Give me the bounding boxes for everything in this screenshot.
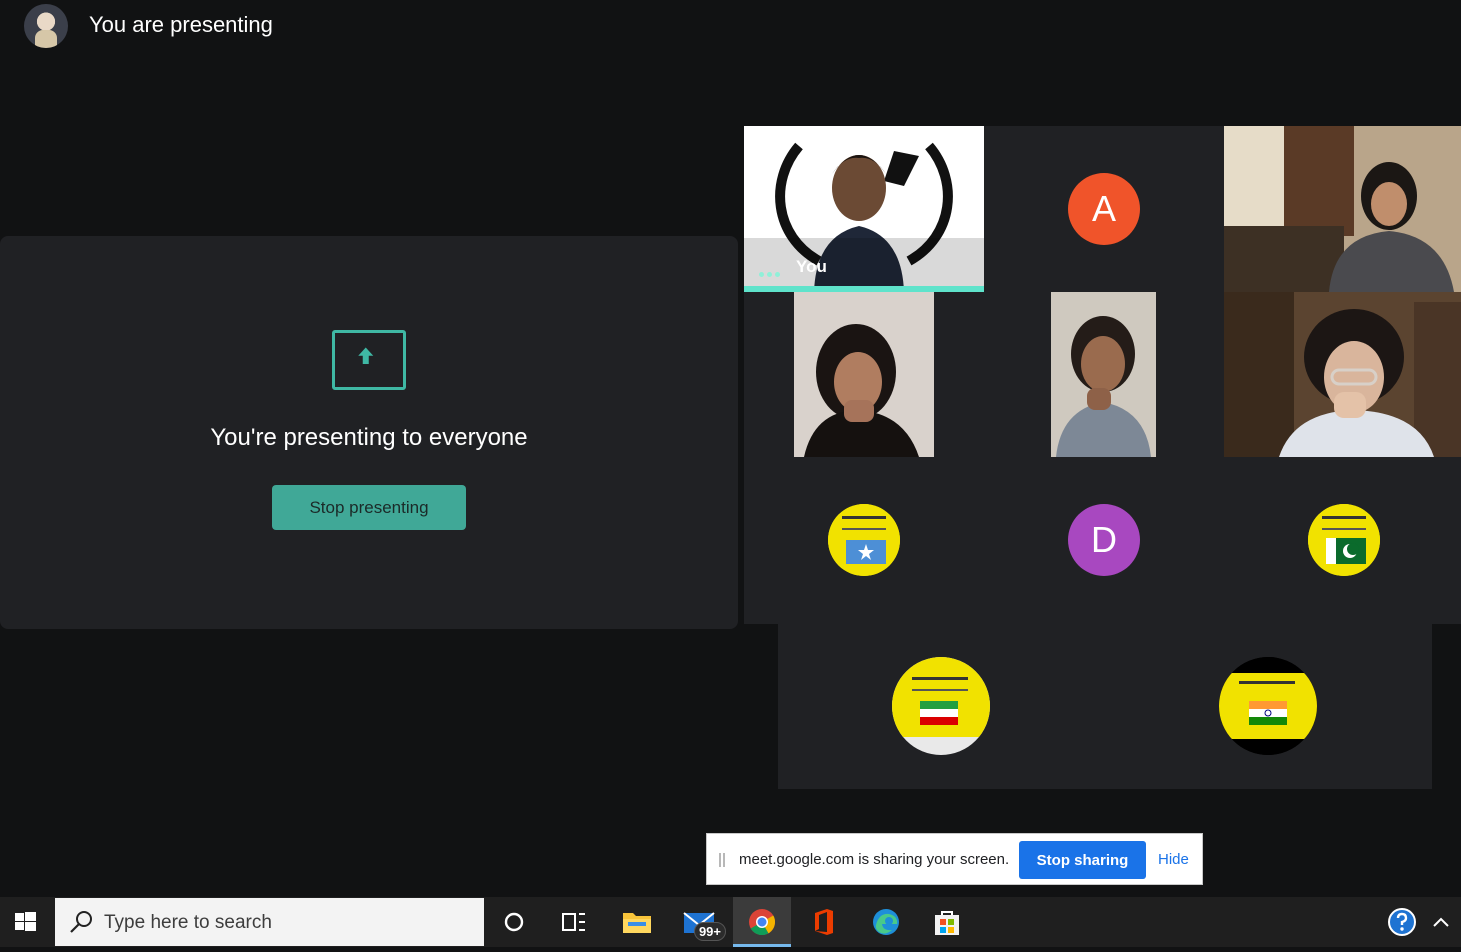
participant-tile-a[interactable]: A	[984, 126, 1224, 292]
india-flag-avatar-icon	[1219, 657, 1317, 755]
meeting-header: You are presenting	[0, 0, 1461, 56]
office-button[interactable]	[795, 897, 853, 947]
start-button[interactable]	[0, 897, 52, 947]
chevron-up-icon	[1433, 917, 1449, 927]
participant-grid-bottom	[778, 624, 1432, 789]
participant-video-feed	[1224, 126, 1461, 292]
help-icon	[1388, 908, 1416, 936]
avatar[interactable]: D	[1068, 504, 1140, 576]
participant-tile-video-2[interactable]	[794, 292, 934, 457]
participant-avatar-iran[interactable]	[892, 657, 990, 755]
participant-tile-video-3[interactable]	[1051, 292, 1156, 457]
participant-name-you: You	[796, 257, 827, 276]
participant-video-feed	[794, 292, 934, 457]
speaking-indicator	[759, 264, 783, 282]
file-explorer-button[interactable]	[608, 897, 666, 947]
edge-icon	[873, 909, 899, 935]
windows-logo-icon	[15, 912, 36, 931]
stop-presenting-button[interactable]: Stop presenting	[272, 485, 466, 530]
page-title: You are presenting	[89, 12, 273, 37]
mail-button[interactable]: 99+	[670, 897, 728, 947]
show-hidden-icons-button[interactable]	[1426, 897, 1456, 947]
participant-avatar-somalia[interactable]	[828, 504, 900, 576]
participant-avatar-pakistan[interactable]	[1308, 504, 1380, 576]
avatar[interactable]	[24, 4, 68, 48]
avatar-letter: D	[1091, 519, 1117, 560]
participant-video-feed	[1224, 292, 1461, 457]
avatar: A	[1068, 173, 1140, 245]
participant-avatar-india[interactable]	[1219, 657, 1317, 755]
folder-icon	[623, 913, 651, 933]
participant-tile-video-4[interactable]	[1224, 292, 1461, 457]
help-button[interactable]	[1373, 897, 1431, 947]
search-icon	[70, 911, 92, 933]
task-view-button[interactable]	[545, 897, 603, 947]
participant-video-feed	[1051, 292, 1156, 457]
edge-button[interactable]	[857, 897, 915, 947]
mail-badge: 99+	[693, 922, 726, 941]
chrome-icon	[749, 909, 776, 936]
windows-taskbar: Type here to search 99+	[0, 897, 1461, 947]
pakistan-flag-avatar-icon	[1308, 504, 1380, 576]
drag-handle-icon[interactable]	[719, 853, 725, 867]
participant-tile-video-1[interactable]	[1224, 126, 1461, 292]
screen-sharing-bar: meet.google.com is sharing your screen. …	[706, 833, 1203, 885]
taskbar-search[interactable]: Type here to search	[55, 898, 484, 946]
presenting-panel: You're presenting to everyone Stop prese…	[0, 236, 738, 629]
chrome-button[interactable]	[733, 897, 791, 947]
stop-sharing-button[interactable]: Stop sharing	[1019, 841, 1146, 879]
hide-button[interactable]: Hide	[1158, 851, 1189, 868]
participant-tile-you[interactable]: You	[744, 126, 984, 292]
office-icon	[815, 909, 833, 935]
search-placeholder: Type here to search	[104, 912, 272, 933]
avatar-letter: A	[1091, 188, 1116, 229]
cortana-icon	[504, 912, 524, 932]
presenting-message: You're presenting to everyone	[210, 424, 528, 451]
somalia-flag-avatar-icon	[828, 504, 900, 576]
cortana-button[interactable]	[485, 897, 543, 947]
store-button[interactable]	[918, 897, 976, 947]
store-icon	[935, 911, 959, 935]
sharing-message: meet.google.com is sharing your screen.	[739, 851, 1010, 868]
iran-flag-avatar-icon	[892, 657, 990, 737]
present-screen-icon	[332, 330, 406, 390]
task-view-icon	[562, 913, 585, 931]
